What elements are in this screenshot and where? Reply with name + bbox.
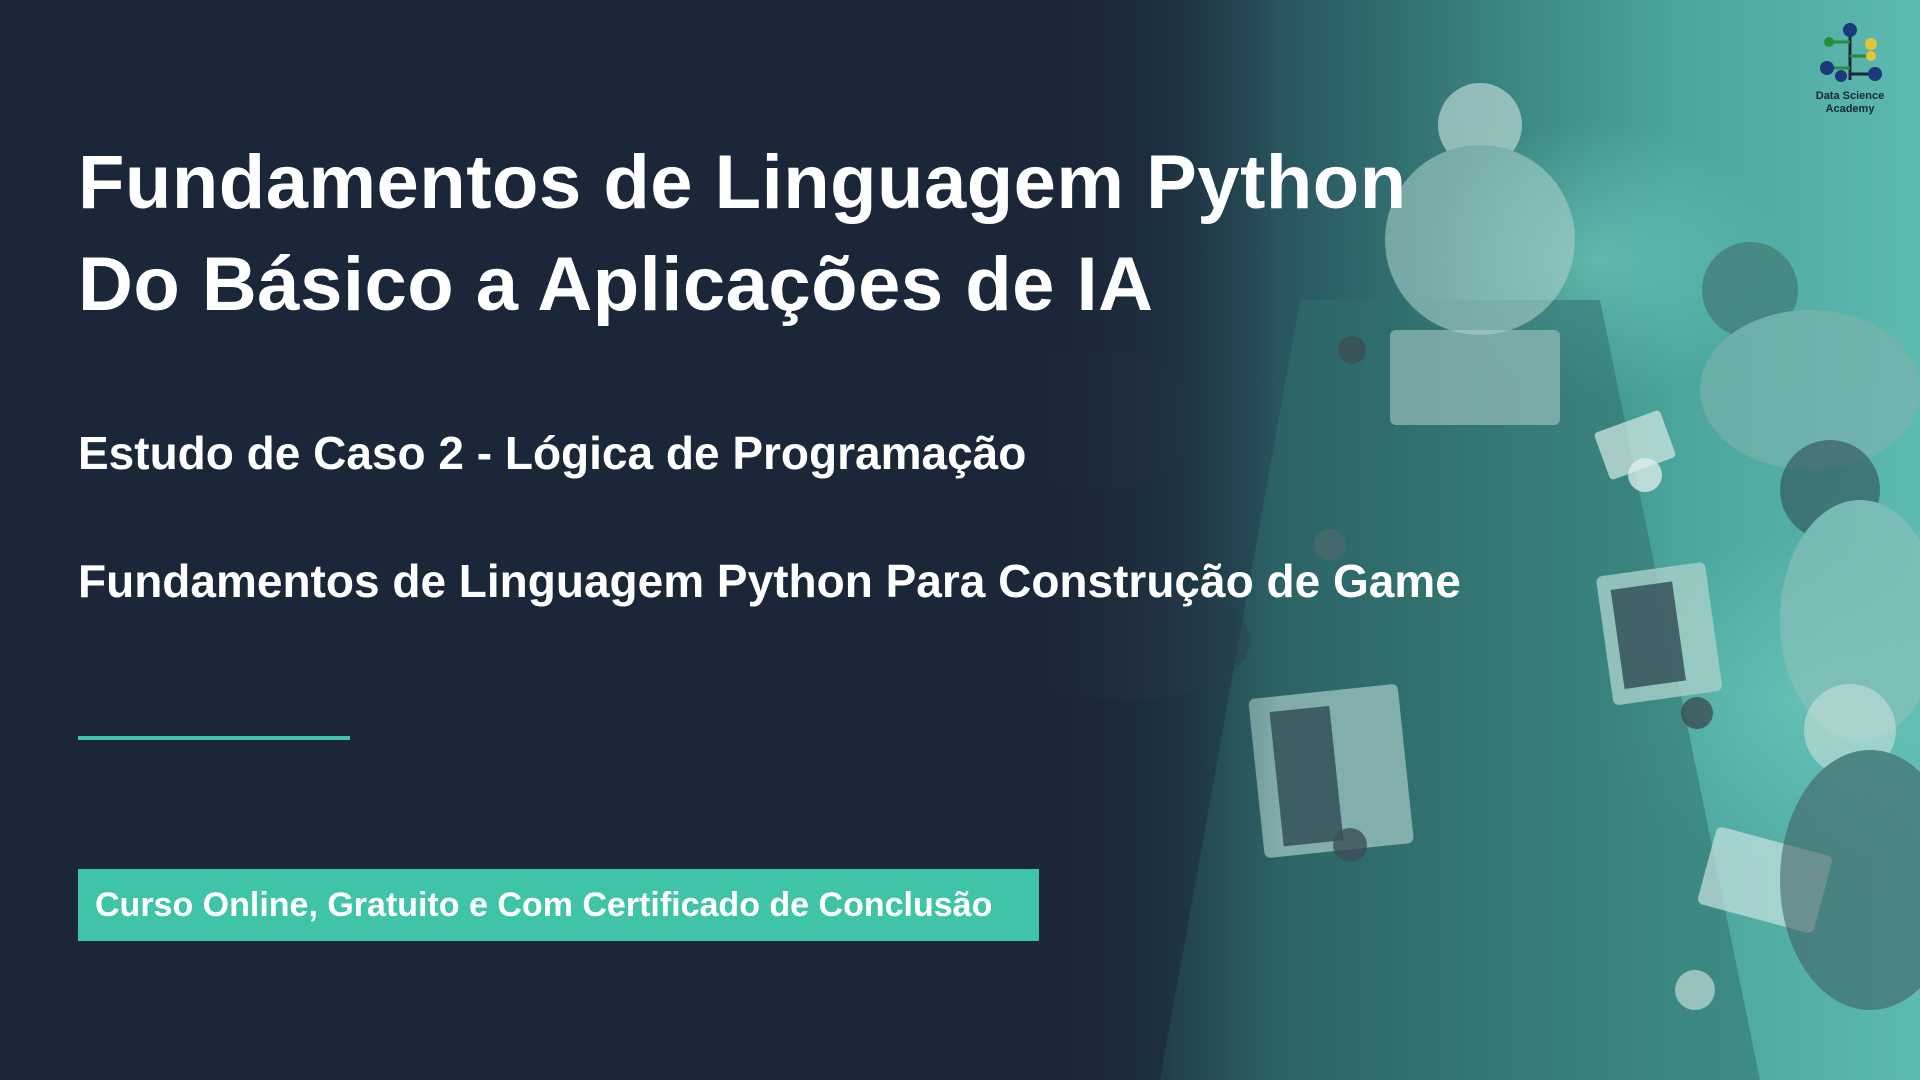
module-subtitle: Fundamentos de Linguagem Python Para Con… <box>78 555 1461 607</box>
person-right-glasses <box>1700 242 1920 470</box>
mug-1 <box>1338 336 1366 364</box>
logo-text-line2: Academy <box>1825 103 1875 115</box>
case-study-subtitle: Estudo de Caso 2 - Lógica de Programação <box>78 427 1027 479</box>
person-bottom-right <box>1780 684 1920 1010</box>
mug-4 <box>1681 697 1713 729</box>
course-title-line2: Do Básico a Aplicações de IA <box>78 242 1154 327</box>
course-title-line1: Fundamentos de Linguagem Python <box>78 140 1407 225</box>
mug-3 <box>1628 458 1662 492</box>
laptop-top <box>1390 330 1560 425</box>
network-tree-logo-icon <box>1820 23 1882 82</box>
course-title: Fundamentos de Linguagem Python Do Básic… <box>78 132 1407 336</box>
person-top <box>1385 83 1575 335</box>
mug-5 <box>1333 828 1367 862</box>
course-info-badge: Curso Online, Gratuito e Com Certificado… <box>78 869 1039 941</box>
logo-text-line1: Data Science <box>1815 90 1885 102</box>
course-slide: Fundamentos de Linguagem Python Do Básic… <box>0 0 1920 1080</box>
dsa-logo: Data Science Academy <box>1798 22 1902 116</box>
laptop-right <box>1596 562 1722 705</box>
mug-6 <box>1675 970 1715 1010</box>
accent-divider <box>78 736 350 740</box>
